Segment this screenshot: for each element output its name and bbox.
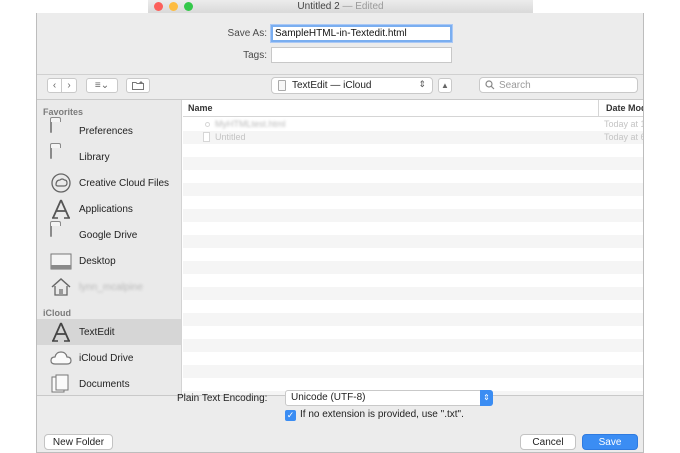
empty-row [183,365,643,378]
sidebar-item-textedit[interactable]: TextEdit [37,319,181,345]
sidebar-item-label: Creative Cloud Files [79,177,170,189]
sidebar-item-label: TextEdit [79,326,115,338]
save-button[interactable]: Save [582,434,638,450]
folder-icon [50,120,72,141]
window-title: Untitled 2 — Edited [148,1,533,12]
encoding-label: Plain Text Encoding: [177,393,268,404]
document-icon [203,132,210,142]
file-browser: Favorites Preferences Library Creative C… [37,99,643,396]
sidebar-item-label: Preferences [79,125,133,137]
sidebar-item-library[interactable]: Library [37,144,181,170]
empty-row [183,157,643,170]
cancel-button[interactable]: Cancel [520,434,576,450]
empty-row [183,183,643,196]
chevron-right-icon: › [67,80,71,91]
creative-cloud-icon [50,173,72,193]
empty-row [183,235,643,248]
file-icon [205,122,210,127]
sidebar-item-label: Desktop [79,255,116,267]
search-placeholder: Search [499,79,531,91]
save-as-label: Save As: [227,28,267,39]
sidebar-item-preferences[interactable]: Preferences [37,118,181,144]
sidebar: Favorites Preferences Library Creative C… [37,100,182,395]
window-edited-status: — Edited [342,1,384,12]
list-view-icon: ≡⌄ [94,80,110,91]
chevron-left-icon: ‹ [52,80,57,91]
tags-input[interactable] [271,47,452,63]
desktop-icon [50,251,72,271]
sidebar-item-google-drive[interactable]: Google Drive [37,222,181,248]
sidebar-header-favorites: Favorites [43,107,84,117]
sidebar-item-creative-cloud-files[interactable]: Creative Cloud Files [37,170,181,196]
location-label: TextEdit — iCloud [292,80,372,91]
documents-icon [50,374,72,394]
extension-label: If no extension is provided, use ".txt". [300,409,464,420]
new-folder-toolbar-button[interactable] [126,78,150,93]
file-date: Today at 6 [604,132,643,142]
up-down-arrows-icon: ⇕ [418,79,426,89]
encoding-value: Unicode (UTF-8) [291,392,366,403]
search-input[interactable]: Search [479,77,638,93]
sidebar-item-label: Library [79,151,110,163]
sidebar-item-documents[interactable]: Documents [37,371,181,395]
sidebar-item-home[interactable]: lynn_mcalpine [37,274,181,300]
empty-row [183,209,643,222]
file-list: Name Date Modifi MyHTMLtest.html Today a… [183,100,643,395]
file-row[interactable]: MyHTMLtest.html Today at 1 [183,118,643,131]
view-options-button[interactable]: ≡⌄ [86,78,118,93]
sidebar-item-label: iCloud Drive [79,352,134,364]
column-header-name[interactable]: Name [188,103,213,113]
up-down-arrows-icon: ⇕ [480,390,493,406]
sheet-divider [37,74,643,75]
extension-checkbox[interactable]: ✓ [285,410,296,421]
empty-row [183,287,643,300]
sidebar-item-label: Documents [79,378,130,390]
encoding-select[interactable]: Unicode (UTF-8) ⇕ [285,390,493,406]
search-icon [485,80,495,90]
new-folder-icon [132,81,144,90]
sidebar-item-desktop[interactable]: Desktop [37,248,181,274]
sidebar-item-applications[interactable]: Applications [37,196,181,222]
folder-icon [50,224,72,245]
window-title-text: Untitled 2 [297,1,340,12]
textedit-doc-icon [278,80,286,91]
file-date: Today at 1 [604,119,643,129]
file-name: MyHTMLtest.html [215,119,286,129]
file-row[interactable]: Untitled Today at 6 [183,131,643,144]
save-as-input[interactable]: SampleHTML-in-Textedit.html [271,25,452,42]
sidebar-item-label: Google Drive [79,229,138,241]
column-header-date-modified[interactable]: Date Modifi [598,100,643,117]
file-name: Untitled [215,132,246,142]
sidebar-item-icloud-drive[interactable]: iCloud Drive [37,345,181,371]
chevron-up-icon: ▲ [441,81,449,90]
sidebar-item-label: Applications [79,203,133,215]
checkmark-icon: ✓ [286,410,295,420]
sidebar-header-icloud: iCloud [43,308,71,318]
new-folder-button[interactable]: New Folder [44,434,113,450]
back-button[interactable]: ‹ [47,78,62,93]
empty-row [183,339,643,352]
collapse-button[interactable]: ▲ [438,78,452,93]
empty-row [183,261,643,274]
location-popup[interactable]: TextEdit — iCloud ⇕ [271,77,433,94]
background-window-titlebar: Untitled 2 — Edited [148,0,533,14]
column-header-row: Name Date Modifi [183,100,643,117]
tags-label: Tags: [243,50,267,61]
empty-row [183,144,643,157]
cloud-icon [50,348,72,368]
forward-button[interactable]: › [62,78,77,93]
applications-icon [50,199,72,219]
empty-row [183,313,643,326]
sidebar-item-label: lynn_mcalpine [79,281,143,293]
home-icon [50,277,72,297]
folder-icon [50,146,72,167]
textedit-icon [50,322,72,342]
save-sheet: Save As: SampleHTML-in-Textedit.html Tag… [36,13,644,453]
